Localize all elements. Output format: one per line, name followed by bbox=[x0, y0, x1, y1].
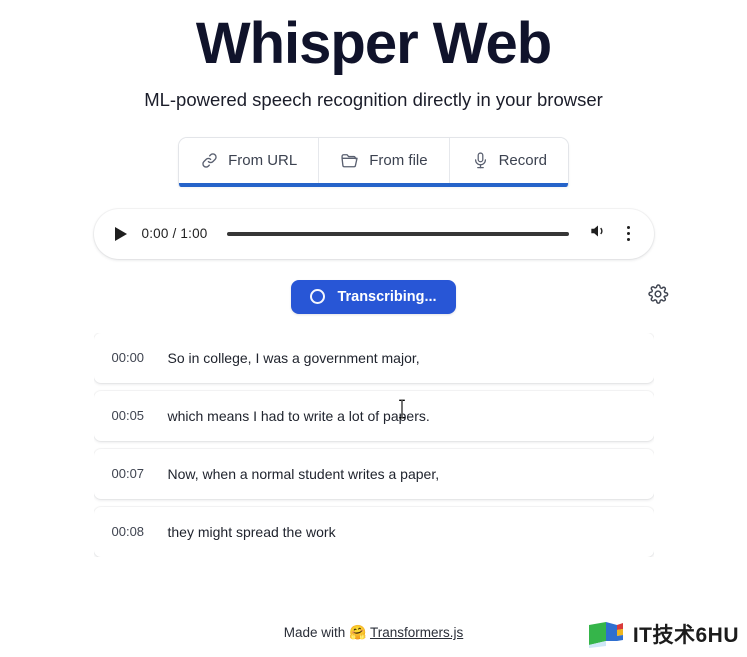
microphone-icon bbox=[471, 151, 490, 170]
transcribe-button-label: Transcribing... bbox=[337, 288, 437, 305]
kebab-dot bbox=[627, 238, 630, 242]
player-progress-bar[interactable] bbox=[226, 231, 569, 236]
transcribe-button[interactable]: Transcribing... bbox=[291, 279, 456, 314]
page-subtitle: ML-powered speech recognition directly i… bbox=[144, 88, 603, 110]
tabs-container: From URL From file Record bbox=[0, 136, 747, 187]
action-row: Transcribing... bbox=[0, 279, 747, 315]
tab-record-label: Record bbox=[498, 152, 547, 170]
audio-player-container: 0:00 / 1:00 bbox=[0, 208, 747, 259]
page-title: Whisper Web bbox=[195, 11, 552, 76]
settings-button[interactable] bbox=[645, 284, 671, 310]
kebab-dot bbox=[627, 226, 630, 230]
kebab-dot bbox=[627, 232, 630, 236]
audio-player: 0:00 / 1:00 bbox=[93, 208, 654, 259]
hugging-face-emoji-icon: 🤗 bbox=[349, 624, 367, 640]
transcript-row[interactable]: 00:07 Now, when a normal student writes … bbox=[93, 448, 654, 499]
transcript-timestamp: 00:08 bbox=[111, 524, 145, 540]
transcript-timestamp: 00:05 bbox=[111, 408, 145, 424]
tab-record[interactable]: Record bbox=[449, 137, 568, 187]
gear-icon bbox=[647, 283, 669, 310]
transcript-timestamp: 00:00 bbox=[111, 350, 145, 366]
play-button[interactable] bbox=[113, 226, 129, 242]
folder-icon bbox=[340, 151, 360, 171]
flag-logo-icon bbox=[586, 619, 626, 649]
transcript-timestamp: 00:07 bbox=[111, 466, 145, 482]
spinner-icon bbox=[310, 289, 326, 305]
tab-from-file-label: From file bbox=[369, 152, 428, 170]
tab-from-url[interactable]: From URL bbox=[179, 137, 320, 187]
transcript-row[interactable]: 00:08 they might spread the work bbox=[93, 506, 654, 557]
tab-from-url-label: From URL bbox=[228, 152, 298, 170]
link-icon bbox=[200, 151, 219, 170]
tab-list: From URL From file Record bbox=[178, 136, 569, 187]
player-time: 0:00 / 1:00 bbox=[141, 226, 208, 242]
transcript-row[interactable]: 00:05 which means I had to write a lot o… bbox=[93, 390, 654, 441]
tab-from-file[interactable]: From file bbox=[319, 137, 450, 187]
footer-made-with-label: Made with bbox=[283, 625, 346, 640]
transcript-text: Now, when a normal student writes a pape… bbox=[167, 465, 440, 482]
play-icon bbox=[114, 226, 127, 241]
transformers-js-link[interactable]: Transformers.js bbox=[370, 625, 463, 640]
page-header: Whisper Web ML-powered speech recognitio… bbox=[0, 0, 747, 111]
volume-icon bbox=[588, 221, 608, 246]
transcript-text: they might spread the work bbox=[167, 523, 336, 540]
transcript-row[interactable]: 00:00 So in college, I was a government … bbox=[93, 332, 654, 383]
watermark: IT技术6HU bbox=[586, 619, 739, 649]
kebab-menu-icon[interactable] bbox=[621, 225, 637, 243]
app-page: Whisper Web ML-powered speech recognitio… bbox=[0, 0, 747, 657]
transcript-list[interactable]: 00:00 So in college, I was a government … bbox=[93, 332, 654, 557]
transcript-text: So in college, I was a government major, bbox=[167, 349, 420, 366]
watermark-text: IT技术6HU bbox=[632, 624, 739, 647]
transcript-text: which means I had to write a lot of pape… bbox=[167, 407, 430, 424]
volume-button[interactable] bbox=[588, 221, 608, 246]
